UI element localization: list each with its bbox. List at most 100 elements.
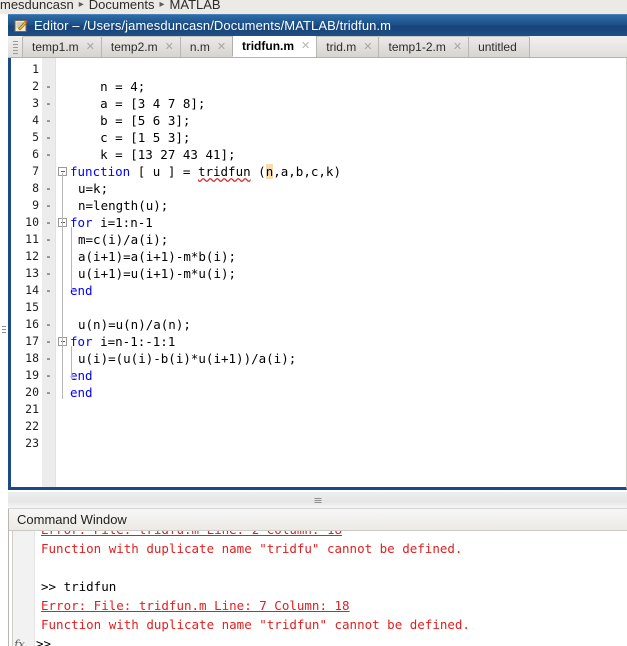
code-line-19[interactable]: end — [70, 367, 626, 384]
executable-line-mark[interactable] — [42, 435, 55, 452]
code-line-9[interactable]: n=length(u); — [70, 197, 626, 214]
code-line-17[interactable]: for i=n-1:-1:1 — [70, 333, 626, 350]
code-text-area[interactable]: n = 4; a = [3 4 7 8]; b = [5 6 3]; c = [… — [70, 58, 626, 487]
tab-temp2-m[interactable]: temp2.m ✕ — [100, 36, 181, 57]
breadcrumb-item-1[interactable]: Documents — [89, 0, 155, 12]
executable-line-mark[interactable]: - — [42, 129, 55, 146]
code-line-22[interactable] — [70, 418, 626, 435]
close-icon[interactable]: ✕ — [165, 41, 174, 53]
code-line-13[interactable]: u(i+1)=u(i+1)-m*u(i); — [70, 265, 626, 282]
code-line-15[interactable] — [70, 299, 626, 316]
line-number: 2 — [32, 79, 39, 93]
close-icon[interactable]: ✕ — [363, 41, 372, 53]
editor-title: Editor – /Users/jamesduncasn/Documents/M… — [34, 18, 392, 33]
executable-line-mark[interactable]: - — [42, 146, 55, 163]
command-error-message: Function with duplicate name "tridfun" c… — [41, 617, 470, 632]
code-line-7[interactable]: function [ u ] = tridfun (n,a,b,c,k) — [70, 163, 626, 180]
breadcrumb-item-0[interactable]: mesduncasn — [0, 0, 74, 12]
code-line-10[interactable]: for i=1:n-1 — [70, 214, 626, 231]
executable-line-mark[interactable]: - — [42, 265, 55, 282]
for-condition: i=n-1:-1:1 — [92, 334, 176, 349]
line-number: 20 — [25, 385, 39, 399]
breadcrumb-item-2[interactable]: MATLAB — [170, 0, 221, 12]
executable-line-mark[interactable]: - — [42, 367, 55, 384]
tab-label: temp1-2.m — [388, 40, 446, 54]
command-window: Command Window Error: File: tridfu.m Lin… — [8, 509, 627, 646]
code-line-16[interactable]: u(n)=u(n)/a(n); — [70, 316, 626, 333]
line-number: 19 — [25, 368, 39, 382]
code-line-6[interactable]: k = [13 27 43 41]; — [70, 146, 626, 163]
code-line-18[interactable]: u(i)=(u(i)-b(i)*u(i+1))/a(i); — [70, 350, 626, 367]
executable-line-mark[interactable] — [42, 163, 55, 180]
code-line-8[interactable]: u=k; — [70, 180, 626, 197]
code-line-12[interactable]: a(i+1)=a(i+1)-m*b(i); — [70, 248, 626, 265]
executable-line-mark[interactable]: - — [42, 350, 55, 367]
code-line-11[interactable]: m=c(i)/a(i); — [70, 231, 626, 248]
executable-line-mark[interactable]: - — [42, 197, 55, 214]
executable-line-mark[interactable]: - — [42, 214, 55, 231]
executable-line-mark[interactable]: - — [42, 384, 55, 401]
editor-left-rail — [0, 14, 8, 492]
keyword-for: for — [70, 334, 93, 349]
code-fold-gutter[interactable] — [56, 58, 70, 487]
editor-document-pencil-icon — [14, 19, 28, 33]
executable-line-mark[interactable] — [42, 299, 55, 316]
open-paren: ( — [250, 164, 266, 179]
executable-line-mark[interactable]: - — [42, 282, 55, 299]
command-prompt-row[interactable]: fx >> — [9, 634, 51, 646]
keyword-for: for — [70, 215, 93, 230]
code-line-20[interactable]: end — [70, 384, 626, 401]
tab-untitled[interactable]: untitled — [468, 36, 530, 57]
close-icon[interactable]: ✕ — [217, 41, 226, 53]
indent-guide-tick — [71, 289, 75, 290]
code-line-4[interactable]: b = [5 6 3]; — [70, 112, 626, 129]
breakpoint-gutter[interactable]: - - - - - - - - - - - - - - - - - — [42, 58, 56, 487]
code-line-2[interactable]: n = 4; — [70, 78, 626, 95]
code-line-23[interactable] — [70, 435, 626, 452]
executable-line-mark[interactable]: - — [42, 248, 55, 265]
executable-line-mark[interactable]: - — [42, 333, 55, 350]
tab-trid-m[interactable]: trid.m ✕ — [316, 36, 380, 57]
command-error-link[interactable]: Error: File: tridfun.m Line: 7 Column: 1… — [35, 596, 627, 615]
line-number: 21 — [25, 402, 39, 416]
executable-line-mark[interactable] — [42, 401, 55, 418]
tab-tridfun-m[interactable]: tridfun.m ✕ — [232, 36, 318, 57]
code-editor-pane[interactable]: 1 2 3 4 5 6 7 8 9 10 11 12 13 14 15 16 1… — [8, 58, 627, 490]
tabbar-drag-grip[interactable] — [11, 37, 20, 57]
executable-line-mark[interactable]: - — [42, 316, 55, 333]
line-number: 7 — [32, 164, 39, 178]
code-line-21[interactable] — [70, 401, 626, 418]
command-error-link[interactable]: Error: File: tridfu.m Line: 2 Column: 18 — [35, 531, 627, 539]
executable-line-mark[interactable]: - — [42, 95, 55, 112]
collapsed-panel-grip[interactable] — [0, 322, 7, 336]
line-number-gutter: 1 2 3 4 5 6 7 8 9 10 11 12 13 14 15 16 1… — [16, 58, 42, 487]
tab-temp1-2-m[interactable]: temp1-2.m ✕ — [378, 36, 470, 57]
code-line-14[interactable]: end — [70, 282, 626, 299]
code-line-5[interactable]: c = [1 5 3]; — [70, 129, 626, 146]
executable-line-mark[interactable]: - — [42, 78, 55, 95]
tab-label: n.m — [189, 40, 210, 54]
fx-icon[interactable]: fx — [9, 637, 30, 646]
command-error-message: Function with duplicate name "tridfu" ca… — [41, 541, 463, 556]
line-number: 13 — [25, 266, 39, 280]
keyword-end: end — [70, 368, 93, 383]
close-icon[interactable]: ✕ — [86, 41, 95, 53]
splitter-grip-icon[interactable] — [314, 498, 321, 503]
executable-line-mark[interactable]: - — [42, 112, 55, 129]
command-window-body[interactable]: Error: File: tridfu.m Line: 2 Column: 18… — [9, 531, 627, 646]
tab-label: temp1.m — [32, 40, 79, 54]
executable-line-mark[interactable] — [42, 418, 55, 435]
line-number: 3 — [32, 96, 39, 110]
close-icon[interactable]: ✕ — [301, 40, 310, 52]
tab-temp1-m[interactable]: temp1.m ✕ — [22, 36, 102, 57]
code-line-1[interactable] — [70, 61, 626, 78]
close-icon[interactable]: ✕ — [453, 41, 462, 53]
for-condition: i=1:n-1 — [92, 215, 153, 230]
command-window-output[interactable]: Error: File: tridfu.m Line: 2 Column: 18… — [35, 531, 627, 646]
executable-line-mark[interactable]: - — [42, 231, 55, 248]
tab-n-m[interactable]: n.m ✕ — [179, 36, 234, 57]
executable-line-mark[interactable] — [42, 61, 55, 78]
pane-splitter[interactable] — [8, 492, 627, 509]
code-line-3[interactable]: a = [3 4 7 8]; — [70, 95, 626, 112]
executable-line-mark[interactable]: - — [42, 180, 55, 197]
